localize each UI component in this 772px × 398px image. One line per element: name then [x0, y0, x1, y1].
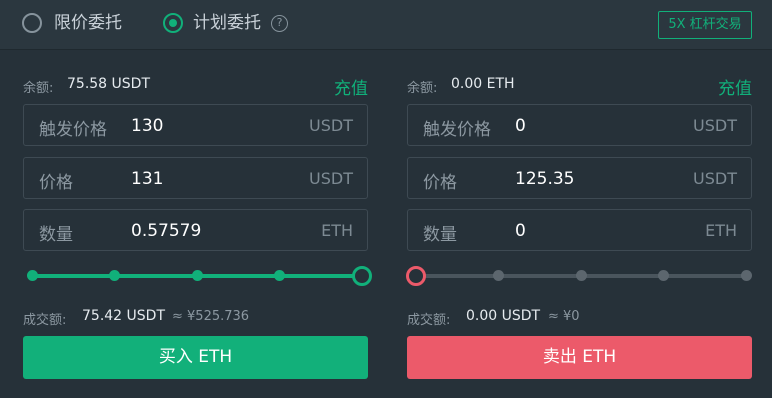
buy-amount-input[interactable]: 0.57579 — [131, 221, 291, 241]
sell-price-input[interactable]: 125.35 — [515, 169, 675, 189]
sell-slider-step[interactable] — [493, 270, 504, 281]
sell-trade-row: 成交额: 0.00 USDT ≈ ¥0 — [407, 307, 752, 328]
buy-slider-step[interactable] — [274, 270, 285, 281]
sell-balance-row: 余额: 0.00 ETH 充值 — [407, 74, 752, 99]
sell-trigger-price-label: 触发价格 — [423, 120, 491, 140]
buy-amount-slider[interactable] — [23, 264, 372, 288]
plan-order-option[interactable]: 计划委托 — [193, 13, 261, 33]
radio-selected-icon[interactable] — [163, 13, 183, 33]
sell-price-label: 价格 — [423, 173, 457, 193]
buy-balance-value: 75.58 USDT — [67, 76, 150, 92]
buy-trigger-price-label: 触发价格 — [39, 120, 107, 140]
buy-panel: 余额: 75.58 USDT 充值 触发价格 130 USDT 价格 131 U… — [23, 50, 372, 398]
sell-slider-handle[interactable] — [406, 266, 426, 286]
sell-trigger-price-field[interactable]: 触发价格 0 USDT — [407, 104, 752, 146]
buy-trade-value: 75.42 USDT — [82, 308, 165, 324]
buy-price-field[interactable]: 价格 131 USDT — [23, 157, 368, 199]
buy-trade-approx: ≈ ¥525.736 — [172, 309, 250, 324]
sell-panel: 余额: 0.00 ETH 充值 触发价格 0 USDT 价格 125.35 US… — [406, 50, 752, 398]
buy-amount-field[interactable]: 数量 0.57579 ETH — [23, 209, 368, 251]
sell-trade-label: 成交额: — [407, 313, 451, 328]
sell-deposit-link[interactable]: 充值 — [718, 74, 752, 99]
sell-price-field[interactable]: 价格 125.35 USDT — [407, 157, 752, 199]
buy-price-input[interactable]: 131 — [131, 169, 291, 189]
sell-amount-slider[interactable] — [406, 264, 752, 288]
buy-balance-label: 余额: — [23, 81, 54, 96]
sell-trigger-price-unit: USDT — [693, 116, 737, 135]
sell-amount-unit: ETH — [705, 221, 737, 240]
buy-trade-label: 成交额: — [23, 313, 67, 328]
buy-slider-handle[interactable] — [352, 266, 372, 286]
buy-slider-step[interactable] — [191, 270, 203, 281]
buy-amount-unit: ETH — [321, 221, 353, 240]
buy-deposit-link[interactable]: 充值 — [334, 74, 368, 99]
buy-price-unit: USDT — [309, 169, 353, 188]
sell-button[interactable]: 卖出 ETH — [407, 336, 752, 379]
sell-slider-step[interactable] — [575, 270, 587, 281]
sell-price-unit: USDT — [693, 169, 737, 188]
sell-slider-step[interactable] — [658, 270, 669, 281]
leverage-trade-button[interactable]: 5X 杠杆交易 — [658, 11, 752, 39]
sell-amount-input[interactable]: 0 — [515, 221, 675, 241]
buy-button[interactable]: 买入 ETH — [23, 336, 368, 379]
sell-balance-label: 余额: — [407, 81, 438, 96]
buy-balance-row: 余额: 75.58 USDT 充值 — [23, 74, 368, 99]
sell-amount-field[interactable]: 数量 0 ETH — [407, 209, 752, 251]
buy-slider-step[interactable] — [26, 270, 38, 281]
sell-balance-value: 0.00 ETH — [451, 76, 515, 92]
buy-price-label: 价格 — [39, 173, 73, 193]
buy-trigger-price-unit: USDT — [309, 116, 353, 135]
sell-trade-value: 0.00 USDT — [466, 308, 541, 324]
buy-slider-step[interactable] — [109, 270, 120, 281]
radio-unselected-icon[interactable] — [22, 13, 42, 33]
sell-trigger-price-input[interactable]: 0 — [515, 116, 675, 136]
sell-slider-step[interactable] — [740, 270, 752, 281]
buy-trigger-price-input[interactable]: 130 — [131, 116, 291, 136]
sell-trade-approx: ≈ ¥0 — [548, 309, 580, 324]
question-circle-icon[interactable]: ? — [271, 15, 288, 32]
radio-dot-icon — [169, 19, 177, 27]
order-type-bar: 限价委托 计划委托 ? 5X 杠杆交易 — [0, 0, 772, 50]
buy-amount-label: 数量 — [39, 225, 73, 245]
limit-order-option[interactable]: 限价委托 — [54, 13, 122, 33]
buy-trigger-price-field[interactable]: 触发价格 130 USDT — [23, 104, 368, 146]
buy-trade-row: 成交额: 75.42 USDT ≈ ¥525.736 — [23, 307, 368, 328]
sell-amount-label: 数量 — [423, 225, 457, 245]
